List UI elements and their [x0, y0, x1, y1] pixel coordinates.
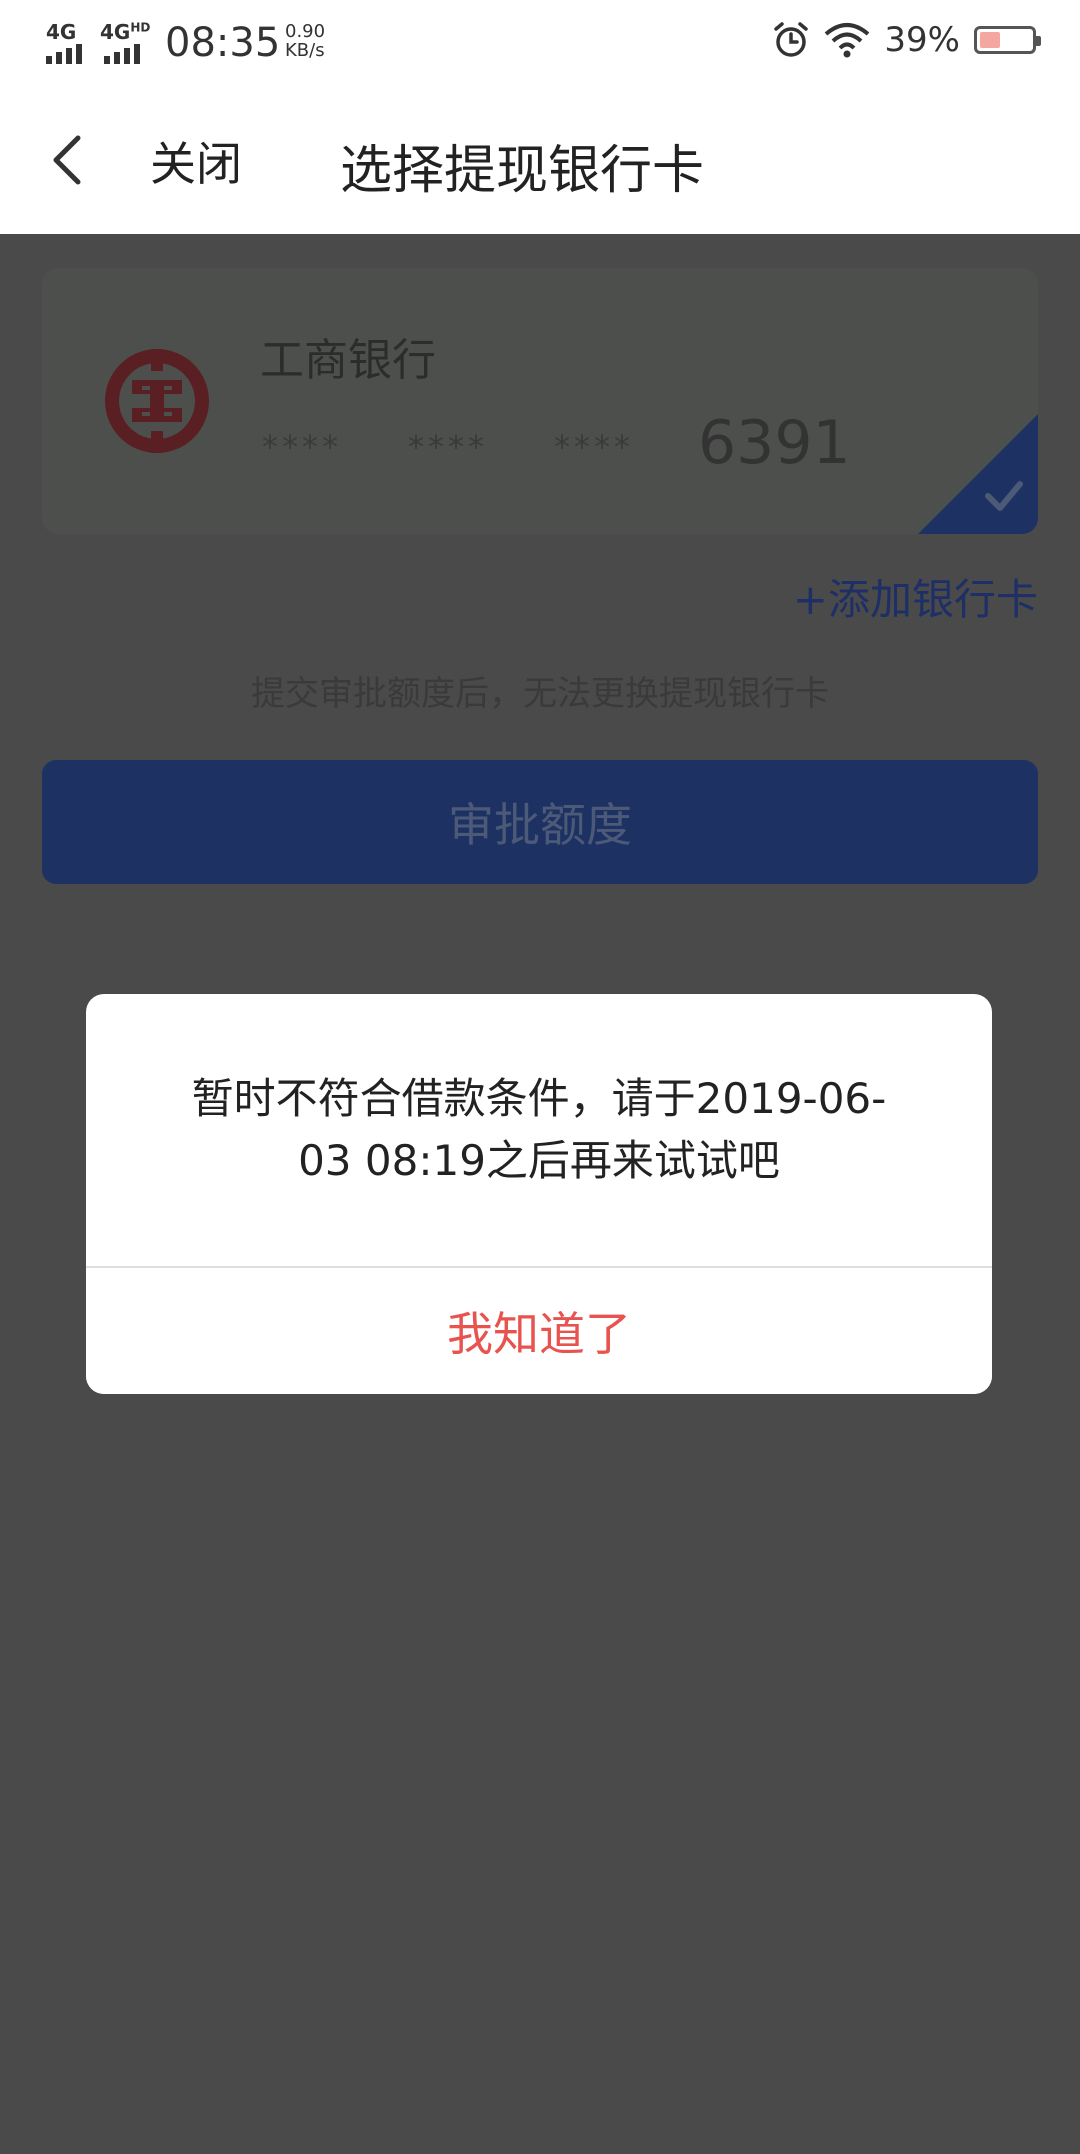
hint-text: 提交审批额度后，无法更换提现银行卡 — [251, 674, 829, 714]
wifi-icon — [825, 23, 870, 58]
net-speed-unit: KB/s — [285, 40, 325, 61]
nav-bar: 关闭 选择提现银行卡 — [0, 88, 1080, 234]
status-right: 39% — [772, 20, 1041, 60]
icbc-logo-icon — [105, 349, 209, 453]
status-bar: 4G 4GHD 08:35 0.90 KB/s 39% — [0, 0, 1080, 88]
add-bank-card-link[interactable]: +添加银行卡 — [793, 566, 1038, 627]
check-icon — [918, 414, 1038, 534]
card-mask-1: **** — [262, 428, 342, 466]
page-title: 选择提现银行卡 — [340, 141, 705, 201]
card-mask-3: **** — [554, 428, 634, 466]
signal-icon-1 — [46, 44, 82, 64]
got-it-button[interactable]: 我知道了 — [86, 1268, 992, 1394]
battery-percent: 39% — [884, 20, 960, 60]
approve-limit-button[interactable]: 审批额度 — [42, 760, 1038, 884]
battery-icon — [974, 26, 1041, 54]
signal-icon-2 — [104, 44, 140, 64]
battery-fill — [980, 32, 1000, 48]
signal2-sup: HD — [130, 20, 151, 35]
close-button[interactable]: 关闭 — [150, 128, 242, 194]
dialog-message: 暂时不符合借款条件，请于2019-06-03 08:19之后再来试试吧 — [191, 1074, 887, 1185]
signal-label-1: 4G — [46, 20, 77, 44]
alert-dialog: 暂时不符合借款条件，请于2019-06-03 08:19之后再来试试吧 我知道了 — [86, 994, 992, 1394]
bank-name: 工商银行 — [260, 335, 436, 386]
net-speed-value: 0.90 — [285, 21, 326, 42]
card-mask-2: **** — [408, 428, 488, 466]
clock: 08:35 — [165, 20, 281, 66]
chevron-left-icon[interactable] — [44, 130, 94, 190]
signal2-text: 4G — [100, 20, 131, 44]
alarm-icon — [774, 22, 809, 57]
bank-card[interactable]: 工商银行 **** **** **** 6391 — [42, 268, 1038, 534]
card-last-four: 6391 — [698, 408, 851, 478]
signal-label-2: 4GHD — [100, 20, 150, 44]
net-speed: 0.90 KB/s — [285, 22, 325, 60]
